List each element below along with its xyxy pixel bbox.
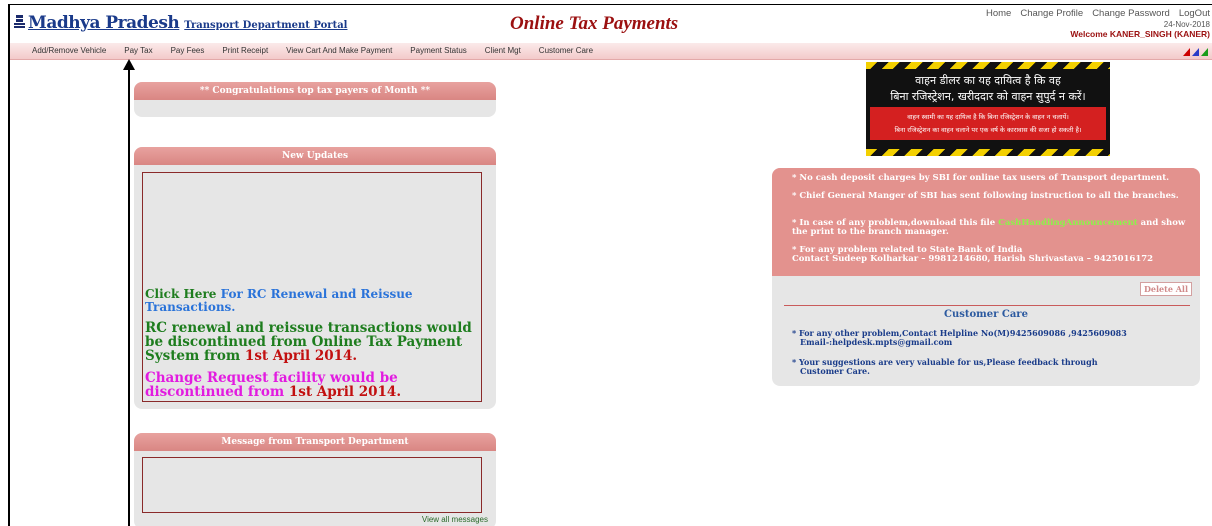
update-rc-date: 1st April 2014. [244,348,358,364]
banner-warning-1: वाहन स्वामी का यह दायित्व है कि बिना रजि… [907,113,1069,121]
theme-selector [1183,48,1208,56]
notice-item: * Chief General Manger of SBI has sent f… [792,191,1179,201]
helpdesk-email: Email-:helpdesk.mpts@gmail.com [800,337,953,347]
message-box [142,457,482,513]
emblem-icon [14,15,25,28]
rc-renewal-link[interactable]: Click Here For RC Renewal and Reissue Tr… [145,288,479,314]
helpline-info: * For any other problem,Contact Helpline… [792,329,1194,347]
banner-line-2: बिना रजिस्ट्रेशन, खरीददार को वाहन सुपुर्… [890,90,1086,103]
blue-theme-icon[interactable] [1192,48,1199,56]
current-date: 24-Nov-2018 [1163,20,1210,29]
registration-banner: वाहन डीलर का यह दायित्व है कि वह बिना रज… [866,62,1110,156]
logo-subtitle: Transport Department Portal [184,20,348,31]
hazard-stripe [866,62,1110,69]
click-here-text: Click Here [145,287,217,301]
page-header: Madhya Pradesh Transport Department Port… [10,5,1212,45]
update-notice-change-request: Change Request facility would be discont… [145,371,479,399]
top-links: Home Change Profile Change Password LogO… [986,8,1210,19]
notice-panel: * No cash deposit charges by SBI for onl… [772,168,1200,386]
sbi-notice-box: * No cash deposit charges by SBI for onl… [772,168,1200,276]
nav-pay-fees[interactable]: Pay Fees [171,46,205,55]
view-all-messages-link[interactable]: View all messages [422,515,488,524]
nav-payment-status[interactable]: Payment Status [410,46,466,55]
feedback-link[interactable]: Customer Care. [792,367,1194,376]
update-notice-rc: RC renewal and reissue transactions woul… [145,321,479,363]
nav-print-receipt[interactable]: Print Receipt [222,46,268,55]
delete-all-button[interactable]: Delete All [1140,282,1192,296]
page-frame: Madhya Pradesh Transport Department Port… [8,4,1212,526]
nav-pay-tax[interactable]: Pay Tax [124,46,152,55]
updates-box: Click Here For RC Renewal and Reissue Tr… [142,172,482,402]
notice-item: * In case of any problem,download this f… [792,219,1194,237]
cash-handling-link[interactable]: CashHandlingAnnouncement [998,218,1138,228]
home-link[interactable]: Home [986,8,1011,19]
logout-link[interactable]: LogOut [1179,8,1210,19]
nav-customer-care[interactable]: Customer Care [539,46,593,55]
notice-item: * For any problem related to State Bank … [792,246,1194,264]
message-panel: Message from Transport Department View a… [134,433,496,526]
new-updates-header: New Updates [134,147,496,165]
nav-add-remove-vehicle[interactable]: Add/Remove Vehicle [32,46,106,55]
message-header: Message from Transport Department [134,433,496,451]
page-title: Online Tax Payments [510,13,679,34]
banner-line-1: वाहन डीलर का यह दायित्व है कि वह [915,74,1061,87]
new-updates-panel: New Updates Click Here For RC Renewal an… [134,147,496,409]
nav-view-cart[interactable]: View Cart And Make Payment [286,46,392,55]
green-theme-icon[interactable] [1201,48,1208,56]
update-cr-date: 1st April 2014. [288,384,402,400]
customer-care-title: Customer Care [944,309,1028,320]
red-theme-icon[interactable] [1183,48,1190,56]
top-payers-panel: ** Congratulations top tax payers of Mon… [134,82,496,117]
banner-warning-box: वाहन स्वामी का यह दायित्व है कि बिना रजि… [870,107,1106,140]
nav-client-mgt[interactable]: Client Mgt [485,46,521,55]
notice-item-4-line-2: Contact Sudeep Kolharkar – 9981214680, H… [792,254,1154,264]
hazard-stripe [866,149,1110,156]
change-profile-link[interactable]: Change Profile [1020,8,1083,19]
change-password-link[interactable]: Change Password [1092,8,1170,19]
marker-line [128,69,130,526]
top-payers-header: ** Congratulations top tax payers of Mon… [134,82,496,100]
site-logo[interactable]: Madhya Pradesh Transport Department Port… [14,13,347,33]
notice-item: * No cash deposit charges by SBI for onl… [792,173,1170,183]
banner-warning-2: बिना रजिस्ट्रेशन का वाहन चलाने पर एक वर्… [894,126,1082,134]
welcome-text: Welcome KANER_SINGH (KANER) [1070,29,1210,39]
feedback-info: * Your suggestions are very valuable for… [792,358,1194,376]
logo-title: Madhya Pradesh [28,13,180,33]
divider [784,305,1190,306]
main-nav: Add/Remove Vehicle Pay Tax Pay Fees Prin… [10,43,1212,60]
pointer-marker [123,59,135,526]
